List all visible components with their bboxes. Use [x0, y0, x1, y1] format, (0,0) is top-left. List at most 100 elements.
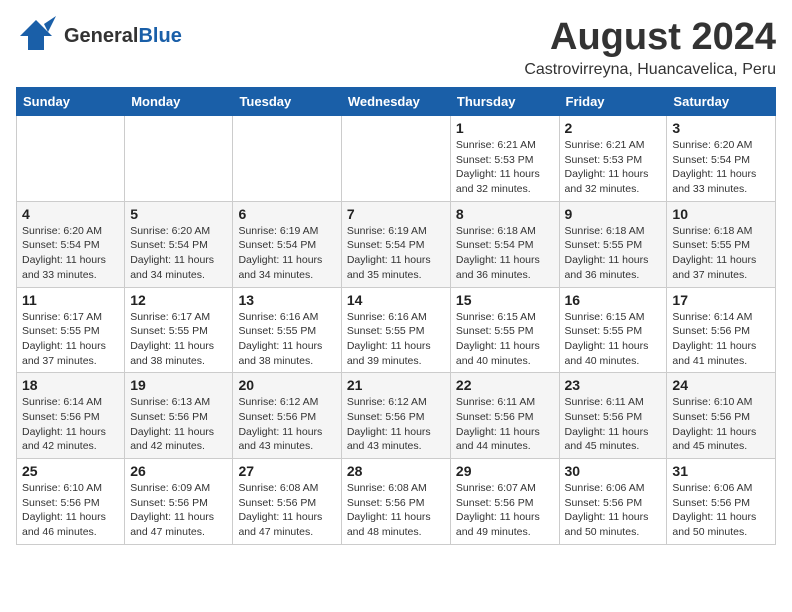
day-info: Sunrise: 6:12 AM Sunset: 5:56 PM Dayligh… — [347, 395, 445, 454]
calendar-cell: 15Sunrise: 6:15 AM Sunset: 5:55 PM Dayli… — [450, 287, 559, 373]
day-number: 3 — [672, 120, 770, 136]
logo-general: General — [64, 25, 138, 47]
day-info: Sunrise: 6:17 AM Sunset: 5:55 PM Dayligh… — [22, 310, 119, 369]
day-number: 1 — [456, 120, 554, 136]
day-number: 20 — [238, 377, 335, 393]
calendar-cell: 19 Sunrise: 6:13 AM Sunset: 5:56 PM Dayli… — [125, 373, 233, 459]
day-info: Sunrise: 6:20 AM Sunset: 5:54 PM Dayligh… — [22, 224, 119, 283]
day-number: 26 — [130, 463, 227, 479]
day-info: Sunrise: 6:12 AM Sunset: 5:56 PM Dayligh… — [238, 395, 335, 454]
day-number: 18 — [22, 377, 119, 393]
calendar-cell: 25 Sunrise: 6:10 AM Sunset: 5:56 PM Dayli… — [17, 459, 125, 545]
logo-blue: Blue — [138, 25, 181, 47]
day-number: 24 — [672, 377, 770, 393]
calendar-cell: 1Sunrise: 6:21 AM Sunset: 5:53 PM Daylig… — [450, 116, 559, 202]
calendar-cell: 2 Sunrise: 6:21 AM Sunset: 5:53 PM Daylig… — [559, 116, 667, 202]
day-info: Sunrise: 6:20 AM Sunset: 5:54 PM Dayligh… — [130, 224, 227, 283]
day-info: Sunrise: 6:10 AM Sunset: 5:56 PM Dayligh… — [672, 395, 770, 454]
day-number: 5 — [130, 206, 227, 222]
calendar-cell: 5 Sunrise: 6:20 AM Sunset: 5:54 PM Daylig… — [125, 201, 233, 287]
calendar-week-row: 11Sunrise: 6:17 AM Sunset: 5:55 PM Dayli… — [17, 287, 776, 373]
calendar-week-row: 4 Sunrise: 6:20 AM Sunset: 5:54 PM Daylig… — [17, 201, 776, 287]
calendar-cell: 6 Sunrise: 6:19 AM Sunset: 5:54 PM Daylig… — [233, 201, 341, 287]
calendar-cell: 31 Sunrise: 6:06 AM Sunset: 5:56 PM Dayli… — [667, 459, 776, 545]
calendar-cell: 20 Sunrise: 6:12 AM Sunset: 5:56 PM Dayli… — [233, 373, 341, 459]
day-number: 12 — [130, 292, 227, 308]
day-info: Sunrise: 6:16 AM Sunset: 5:55 PM Dayligh… — [347, 310, 445, 369]
day-number: 10 — [672, 206, 770, 222]
calendar-week-row: 25 Sunrise: 6:10 AM Sunset: 5:56 PM Dayli… — [17, 459, 776, 545]
day-number: 6 — [238, 206, 335, 222]
calendar-table: Sunday Monday Tuesday Wednesday Thursday… — [16, 87, 776, 545]
day-info: Sunrise: 6:08 AM Sunset: 5:56 PM Dayligh… — [238, 481, 335, 540]
day-info: Sunrise: 6:18 AM Sunset: 5:55 PM Dayligh… — [672, 224, 770, 283]
day-number: 25 — [22, 463, 119, 479]
calendar-cell: 18 Sunrise: 6:14 AM Sunset: 5:56 PM Dayli… — [17, 373, 125, 459]
header-wednesday: Wednesday — [341, 88, 450, 116]
calendar-cell: 16Sunrise: 6:15 AM Sunset: 5:55 PM Dayli… — [559, 287, 667, 373]
calendar-cell: 28 Sunrise: 6:08 AM Sunset: 5:56 PM Dayli… — [341, 459, 450, 545]
calendar-cell: 24 Sunrise: 6:10 AM Sunset: 5:56 PM Dayli… — [667, 373, 776, 459]
calendar-cell: 4 Sunrise: 6:20 AM Sunset: 5:54 PM Daylig… — [17, 201, 125, 287]
day-info: Sunrise: 6:06 AM Sunset: 5:56 PM Dayligh… — [565, 481, 662, 540]
calendar-cell: 26Sunrise: 6:09 AM Sunset: 5:56 PM Dayli… — [125, 459, 233, 545]
day-number: 29 — [456, 463, 554, 479]
calendar-cell — [125, 116, 233, 202]
calendar-cell: 11Sunrise: 6:17 AM Sunset: 5:55 PM Dayli… — [17, 287, 125, 373]
day-info: Sunrise: 6:11 AM Sunset: 5:56 PM Dayligh… — [565, 395, 662, 454]
day-number: 19 — [130, 377, 227, 393]
calendar-cell: 8 Sunrise: 6:18 AM Sunset: 5:54 PM Daylig… — [450, 201, 559, 287]
day-info: Sunrise: 6:08 AM Sunset: 5:56 PM Dayligh… — [347, 481, 445, 540]
day-number: 4 — [22, 206, 119, 222]
title-block: August 2024 Castrovirreyna, Huancavelica… — [524, 16, 776, 79]
calendar-cell: 12 Sunrise: 6:17 AM Sunset: 5:55 PM Dayli… — [125, 287, 233, 373]
day-info: Sunrise: 6:06 AM Sunset: 5:56 PM Dayligh… — [672, 481, 770, 540]
calendar-cell: 29 Sunrise: 6:07 AM Sunset: 5:56 PM Dayli… — [450, 459, 559, 545]
calendar-cell: 23 Sunrise: 6:11 AM Sunset: 5:56 PM Dayli… — [559, 373, 667, 459]
day-number: 23 — [565, 377, 662, 393]
day-info: Sunrise: 6:13 AM Sunset: 5:56 PM Dayligh… — [130, 395, 227, 454]
day-info: Sunrise: 6:14 AM Sunset: 5:56 PM Dayligh… — [22, 395, 119, 454]
page-header: GeneralBlue August 2024 Castrovirreyna, … — [16, 16, 776, 79]
calendar-cell — [233, 116, 341, 202]
day-info: Sunrise: 6:15 AM Sunset: 5:55 PM Dayligh… — [456, 310, 554, 369]
header-saturday: Saturday — [667, 88, 776, 116]
day-number: 30 — [565, 463, 662, 479]
calendar-cell: 7 Sunrise: 6:19 AM Sunset: 5:54 PM Daylig… — [341, 201, 450, 287]
header-thursday: Thursday — [450, 88, 559, 116]
day-number: 9 — [565, 206, 662, 222]
day-info: Sunrise: 6:19 AM Sunset: 5:54 PM Dayligh… — [347, 224, 445, 283]
calendar-cell: 3Sunrise: 6:20 AM Sunset: 5:54 PM Daylig… — [667, 116, 776, 202]
calendar-cell: 17Sunrise: 6:14 AM Sunset: 5:56 PM Dayli… — [667, 287, 776, 373]
calendar-cell — [341, 116, 450, 202]
day-info: Sunrise: 6:07 AM Sunset: 5:56 PM Dayligh… — [456, 481, 554, 540]
day-number: 17 — [672, 292, 770, 308]
calendar-cell: 30 Sunrise: 6:06 AM Sunset: 5:56 PM Dayli… — [559, 459, 667, 545]
calendar-cell: 13Sunrise: 6:16 AM Sunset: 5:55 PM Dayli… — [233, 287, 341, 373]
calendar-cell: 9 Sunrise: 6:18 AM Sunset: 5:55 PM Daylig… — [559, 201, 667, 287]
logo-icon — [16, 16, 56, 57]
day-info: Sunrise: 6:19 AM Sunset: 5:54 PM Dayligh… — [238, 224, 335, 283]
calendar-cell: 14Sunrise: 6:16 AM Sunset: 5:55 PM Dayli… — [341, 287, 450, 373]
day-info: Sunrise: 6:11 AM Sunset: 5:56 PM Dayligh… — [456, 395, 554, 454]
calendar-cell — [17, 116, 125, 202]
weekday-header-row: Sunday Monday Tuesday Wednesday Thursday… — [17, 88, 776, 116]
day-number: 2 — [565, 120, 662, 136]
day-number: 28 — [347, 463, 445, 479]
location: Castrovirreyna, Huancavelica, Peru — [524, 61, 776, 79]
day-number: 7 — [347, 206, 445, 222]
header-friday: Friday — [559, 88, 667, 116]
header-tuesday: Tuesday — [233, 88, 341, 116]
day-number: 8 — [456, 206, 554, 222]
calendar-week-row: 1 Sunrise: 6:21 AM Sunset: 5:53 PM Daylig… — [17, 116, 776, 202]
day-info: Sunrise: 6:10 AM Sunset: 5:56 PM Dayligh… — [22, 481, 119, 540]
day-number: 27 — [238, 463, 335, 479]
day-info: Sunrise: 6:17 AM Sunset: 5:55 PM Dayligh… — [130, 310, 227, 369]
calendar-cell: 27 Sunrise: 6:08 AM Sunset: 5:56 PM Dayli… — [233, 459, 341, 545]
day-info: Sunrise: 6:18 AM Sunset: 5:54 PM Dayligh… — [456, 224, 554, 283]
day-number: 31 — [672, 463, 770, 479]
day-info: Sunrise: 6:18 AM Sunset: 5:55 PM Dayligh… — [565, 224, 662, 283]
calendar-week-row: 18 Sunrise: 6:14 AM Sunset: 5:56 PM Dayli… — [17, 373, 776, 459]
day-info: Sunrise: 6:21 AM Sunset: 5:53 PM Dayligh… — [565, 138, 662, 197]
day-number: 13 — [238, 292, 335, 308]
